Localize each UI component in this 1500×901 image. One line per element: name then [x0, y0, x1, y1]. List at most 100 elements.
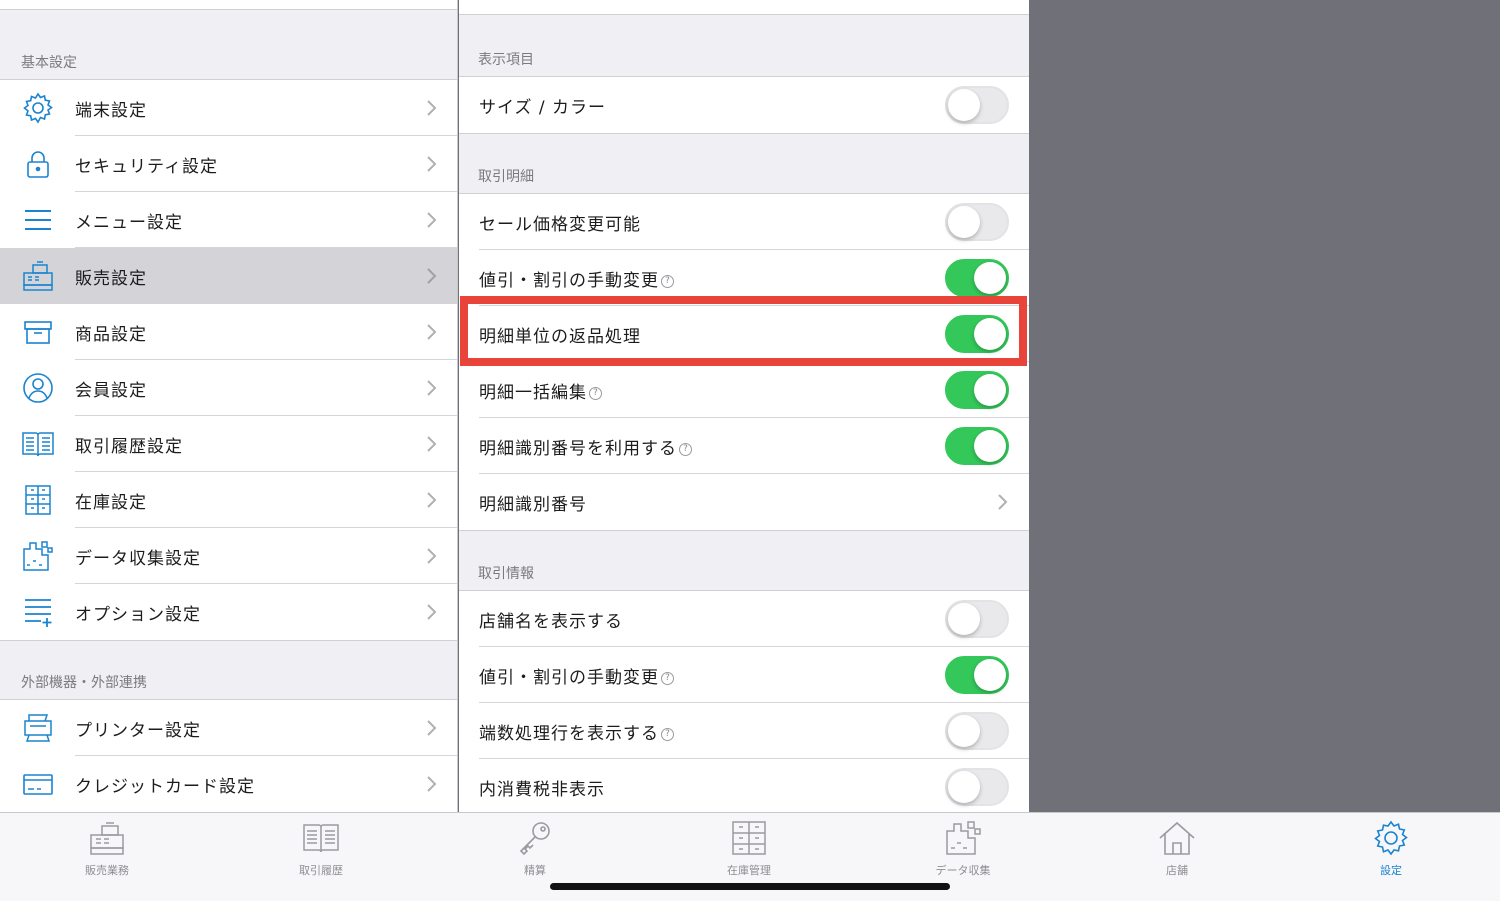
sidebar-item-inventory[interactable]: 在庫設定 — [0, 472, 457, 528]
setting-row-line-id[interactable]: 明細識別番号 — [459, 474, 1029, 530]
chevron-right-icon — [427, 604, 437, 620]
help-icon[interactable]: ? — [661, 727, 674, 741]
tab-label: 在庫管理 — [727, 864, 771, 877]
data-icon — [946, 821, 981, 855]
sidebar-item-label: 会員設定 — [75, 380, 147, 401]
sidebar-item-data-collection[interactable]: データ収集設定 — [0, 528, 457, 584]
chevron-right-icon — [427, 436, 437, 452]
setting-label: 内消費税非表示 — [479, 779, 605, 800]
section-transaction-details: セール価格変更可能 値引・割引の手動変更? 明細単位の返品処理 明細一括編集? … — [459, 193, 1029, 531]
show-store-name-toggle[interactable] — [945, 600, 1009, 638]
toggle-knob — [974, 659, 1006, 691]
tab-label: データ収集 — [935, 864, 991, 877]
detail-top-strip — [459, 0, 1029, 15]
rounding-line-toggle[interactable] — [945, 712, 1009, 750]
sidebar-item-label: クレジットカード設定 — [75, 776, 255, 797]
setting-label: 店舗名を表示する — [479, 611, 623, 632]
tab-inventory[interactable]: 在庫管理 — [689, 819, 809, 878]
home-indicator[interactable] — [550, 883, 950, 890]
section-header-transaction-details: 取引明細 — [478, 169, 534, 185]
tab-sales[interactable]: 販売業務 — [47, 819, 167, 878]
setting-label: 明細一括編集? — [479, 378, 602, 403]
sidebar-item-label: プリンター設定 — [75, 720, 201, 741]
book-icon — [19, 425, 57, 463]
cabinet-icon — [19, 481, 57, 519]
toggle-knob — [948, 715, 980, 747]
manual-discount-info-toggle[interactable] — [945, 656, 1009, 694]
sales-settings-detail: 表示項目 サイズ / カラー 取引明細 セール価格変更可能 値引・割引の手動変更… — [459, 0, 1029, 812]
sidebar-item-products[interactable]: 商品設定 — [0, 304, 457, 360]
book-icon — [303, 824, 339, 853]
section-header-transaction-info: 取引情報 — [478, 566, 534, 582]
setting-row-use-line-id: 明細識別番号を利用する? — [459, 418, 1029, 474]
section-transaction-info: 店舗名を表示する 値引・割引の手動変更? 端数処理行を表示する? 内消費税非表示 — [459, 590, 1029, 812]
toggle-knob — [974, 430, 1006, 462]
chevron-right-icon — [427, 268, 437, 284]
sidebar-item-label: データ収集設定 — [75, 548, 201, 569]
chevron-right-icon — [427, 720, 437, 736]
help-icon[interactable]: ? — [661, 274, 674, 288]
data-icon — [19, 537, 57, 575]
sidebar-item-options[interactable]: オプション設定 — [0, 584, 457, 640]
sidebar-item-credit-card[interactable]: クレジットカード設定 — [0, 756, 457, 812]
lock-icon — [19, 145, 57, 183]
tab-history[interactable]: 取引履歴 — [261, 819, 381, 878]
chevron-right-icon — [427, 100, 437, 116]
toggle-knob — [974, 374, 1006, 406]
toggle-knob — [974, 318, 1006, 350]
sidebar-item-terminal[interactable]: 端末設定 — [0, 80, 457, 136]
list-plus-icon — [19, 593, 57, 631]
line-item-return-toggle[interactable] — [945, 315, 1009, 353]
sidebar-item-label: 販売設定 — [75, 268, 147, 289]
home-icon — [1159, 821, 1195, 855]
toggle-knob — [948, 89, 980, 121]
sidebar-item-members[interactable]: 会員設定 — [0, 360, 457, 416]
setting-label: 端数処理行を表示する? — [479, 719, 674, 744]
setting-row-show-store-name: 店舗名を表示する — [459, 591, 1029, 647]
chevron-right-icon — [427, 156, 437, 172]
gear-icon — [1374, 820, 1408, 856]
tab-store[interactable]: 店舗 — [1117, 819, 1237, 878]
sidebar-item-printer[interactable]: プリンター設定 — [0, 700, 457, 756]
bulk-edit-toggle[interactable] — [945, 371, 1009, 409]
help-icon[interactable]: ? — [661, 671, 674, 685]
sidebar-item-security[interactable]: セキュリティ設定 — [0, 136, 457, 192]
sidebar-item-label: 端末設定 — [75, 100, 147, 121]
printer-icon — [19, 709, 57, 747]
menu-icon — [19, 201, 57, 239]
size-color-toggle[interactable] — [945, 86, 1009, 124]
toggle-knob — [948, 603, 980, 635]
tab-label: 設定 — [1380, 864, 1402, 877]
setting-row-manual-discount-info: 値引・割引の手動変更? — [459, 647, 1029, 703]
manual-discount-toggle[interactable] — [945, 259, 1009, 297]
sidebar-item-sales[interactable]: 販売設定 — [0, 248, 457, 304]
sidebar-item-label: 商品設定 — [75, 324, 147, 345]
section-header-external: 外部機器・外部連携 — [21, 675, 147, 691]
setting-label: サイズ / カラー — [479, 97, 607, 118]
sidebar-top-strip — [0, 0, 457, 10]
tab-settlement[interactable]: 精算 — [475, 819, 595, 878]
sidebar-item-label: セキュリティ設定 — [75, 156, 218, 177]
help-icon[interactable]: ? — [589, 386, 602, 400]
toggle-knob — [974, 262, 1006, 294]
register-icon — [19, 257, 57, 295]
sidebar-item-history[interactable]: 取引履歴設定 — [0, 416, 457, 472]
section-header-basic: 基本設定 — [21, 55, 77, 71]
setting-label: 値引・割引の手動変更? — [479, 663, 674, 688]
toggle-knob — [948, 771, 980, 803]
setting-row-line-item-return: 明細単位の返品処理 — [459, 306, 1029, 362]
tab-settings[interactable]: 設定 — [1331, 819, 1451, 878]
toggle-knob — [948, 206, 980, 238]
cabinet-icon — [732, 821, 766, 855]
box-icon — [19, 313, 57, 351]
chevron-right-icon — [427, 380, 437, 396]
help-icon[interactable]: ? — [679, 442, 692, 456]
use-line-id-toggle[interactable] — [945, 427, 1009, 465]
setting-row-manual-discount: 値引・割引の手動変更? — [459, 250, 1029, 306]
sale-price-change-toggle[interactable] — [945, 203, 1009, 241]
sidebar-item-menu[interactable]: メニュー設定 — [0, 192, 457, 248]
setting-row-sale-price-change: セール価格変更可能 — [459, 194, 1029, 250]
setting-label: セール価格変更可能 — [479, 214, 641, 235]
hide-inclusive-tax-toggle[interactable] — [945, 768, 1009, 806]
tab-data-collection[interactable]: データ収集 — [903, 819, 1023, 878]
